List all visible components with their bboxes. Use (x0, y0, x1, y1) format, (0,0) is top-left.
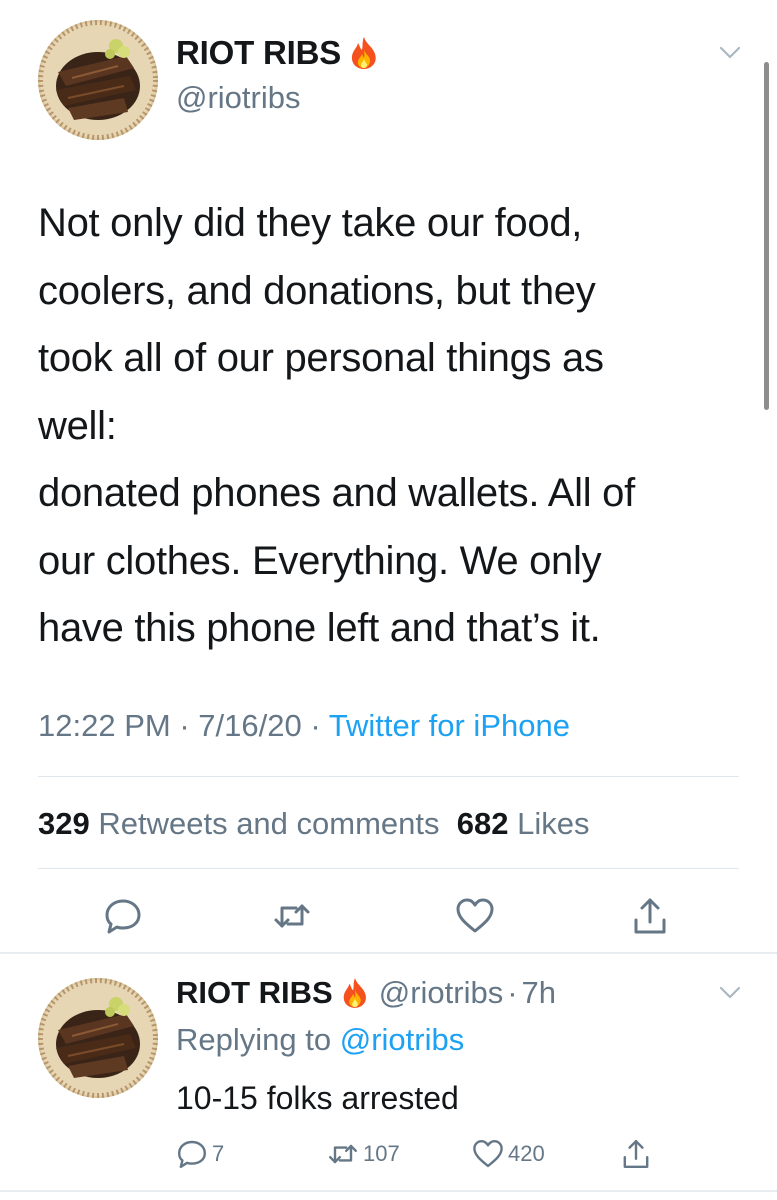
fire-icon (349, 36, 379, 70)
meta-separator: · (179, 708, 190, 743)
chevron-down-icon[interactable] (719, 986, 741, 1000)
display-name[interactable]: RIOT RIBS (176, 975, 333, 1011)
tweet-source-link[interactable]: Twitter for iPhone (329, 708, 570, 743)
heart-icon (456, 898, 494, 933)
tweet-time[interactable]: 7h (522, 975, 556, 1011)
share-button[interactable] (630, 896, 670, 936)
likes-stat[interactable]: 682 Likes (457, 806, 590, 841)
retweets-stat[interactable]: 329 Retweets and comments (38, 806, 440, 841)
replying-to: Replying to @riotribs (176, 1022, 464, 1058)
heart-icon (473, 1140, 503, 1168)
tweet-text-line: took all of our personal things as (38, 336, 604, 380)
tweet-text-line: Not only did they take our food, (38, 201, 583, 245)
tweet-text-line: our clothes. Everything. We only (38, 538, 602, 583)
meta-separator: · (310, 708, 321, 743)
like-button[interactable]: 420 (472, 1138, 545, 1170)
tweet-text-line: coolers, and donations, but they (38, 268, 596, 313)
likes-count: 682 (456, 806, 509, 841)
user-handle[interactable]: @riotribs (379, 975, 503, 1011)
author-name-row[interactable]: RIOT RIBS (176, 34, 379, 72)
tweet-stats: 329 Retweets and comments 682 Likes (38, 806, 589, 842)
share-button[interactable] (620, 1138, 652, 1170)
tweet-meta: 12:22 PM · 7/16/20 · Twitter for iPhone (38, 708, 570, 744)
tweet-date: 7/16/20 (198, 708, 302, 743)
like-count: 420 (508, 1141, 545, 1166)
reply-header: RIOT RIBS @riotribs · 7h (176, 975, 556, 1011)
tweet-text-line: have this phone left and that’s it. (38, 606, 601, 650)
section-divider (0, 952, 777, 954)
comment-icon (105, 899, 141, 934)
retweet-button[interactable]: 107 (327, 1138, 400, 1170)
fire-icon (341, 977, 369, 1009)
chevron-down-icon[interactable] (719, 46, 741, 60)
reply-button[interactable] (103, 896, 143, 936)
reply-count: 7 (212, 1141, 225, 1166)
meta-separator: · (507, 975, 518, 1010)
comment-icon (178, 1140, 206, 1168)
display-name[interactable]: RIOT RIBS (176, 34, 341, 72)
likes-label: Likes (517, 806, 590, 841)
reply-button[interactable]: 7 (176, 1138, 224, 1170)
retweets-count: 329 (38, 806, 90, 841)
replying-to-link[interactable]: @riotribs (340, 1022, 464, 1057)
retweet-button[interactable] (272, 896, 312, 936)
divider (38, 776, 739, 777)
tweet-text-line: donated phones and wallets. All of (38, 471, 635, 515)
divider (38, 868, 739, 869)
retweet-icon (329, 1144, 357, 1164)
retweet-count: 107 (363, 1141, 400, 1166)
avatar[interactable] (38, 978, 158, 1098)
retweet-icon (274, 904, 310, 928)
tweet-time: 12:22 PM (38, 708, 171, 743)
like-button[interactable] (455, 896, 495, 936)
scrollbar[interactable] (764, 62, 769, 410)
reply-text: 10-15 folks arrested (176, 1080, 459, 1116)
share-icon (623, 1140, 649, 1168)
user-handle[interactable]: @riotribs (176, 80, 300, 116)
avatar[interactable] (38, 20, 158, 140)
section-divider (0, 1190, 777, 1192)
retweets-label: Retweets and comments (98, 806, 440, 841)
tweet-text: Not only did they take our food, coolers… (38, 190, 748, 663)
replying-label: Replying to (176, 1022, 332, 1057)
share-icon (634, 898, 666, 934)
tweet-text-line: well: (38, 403, 117, 448)
